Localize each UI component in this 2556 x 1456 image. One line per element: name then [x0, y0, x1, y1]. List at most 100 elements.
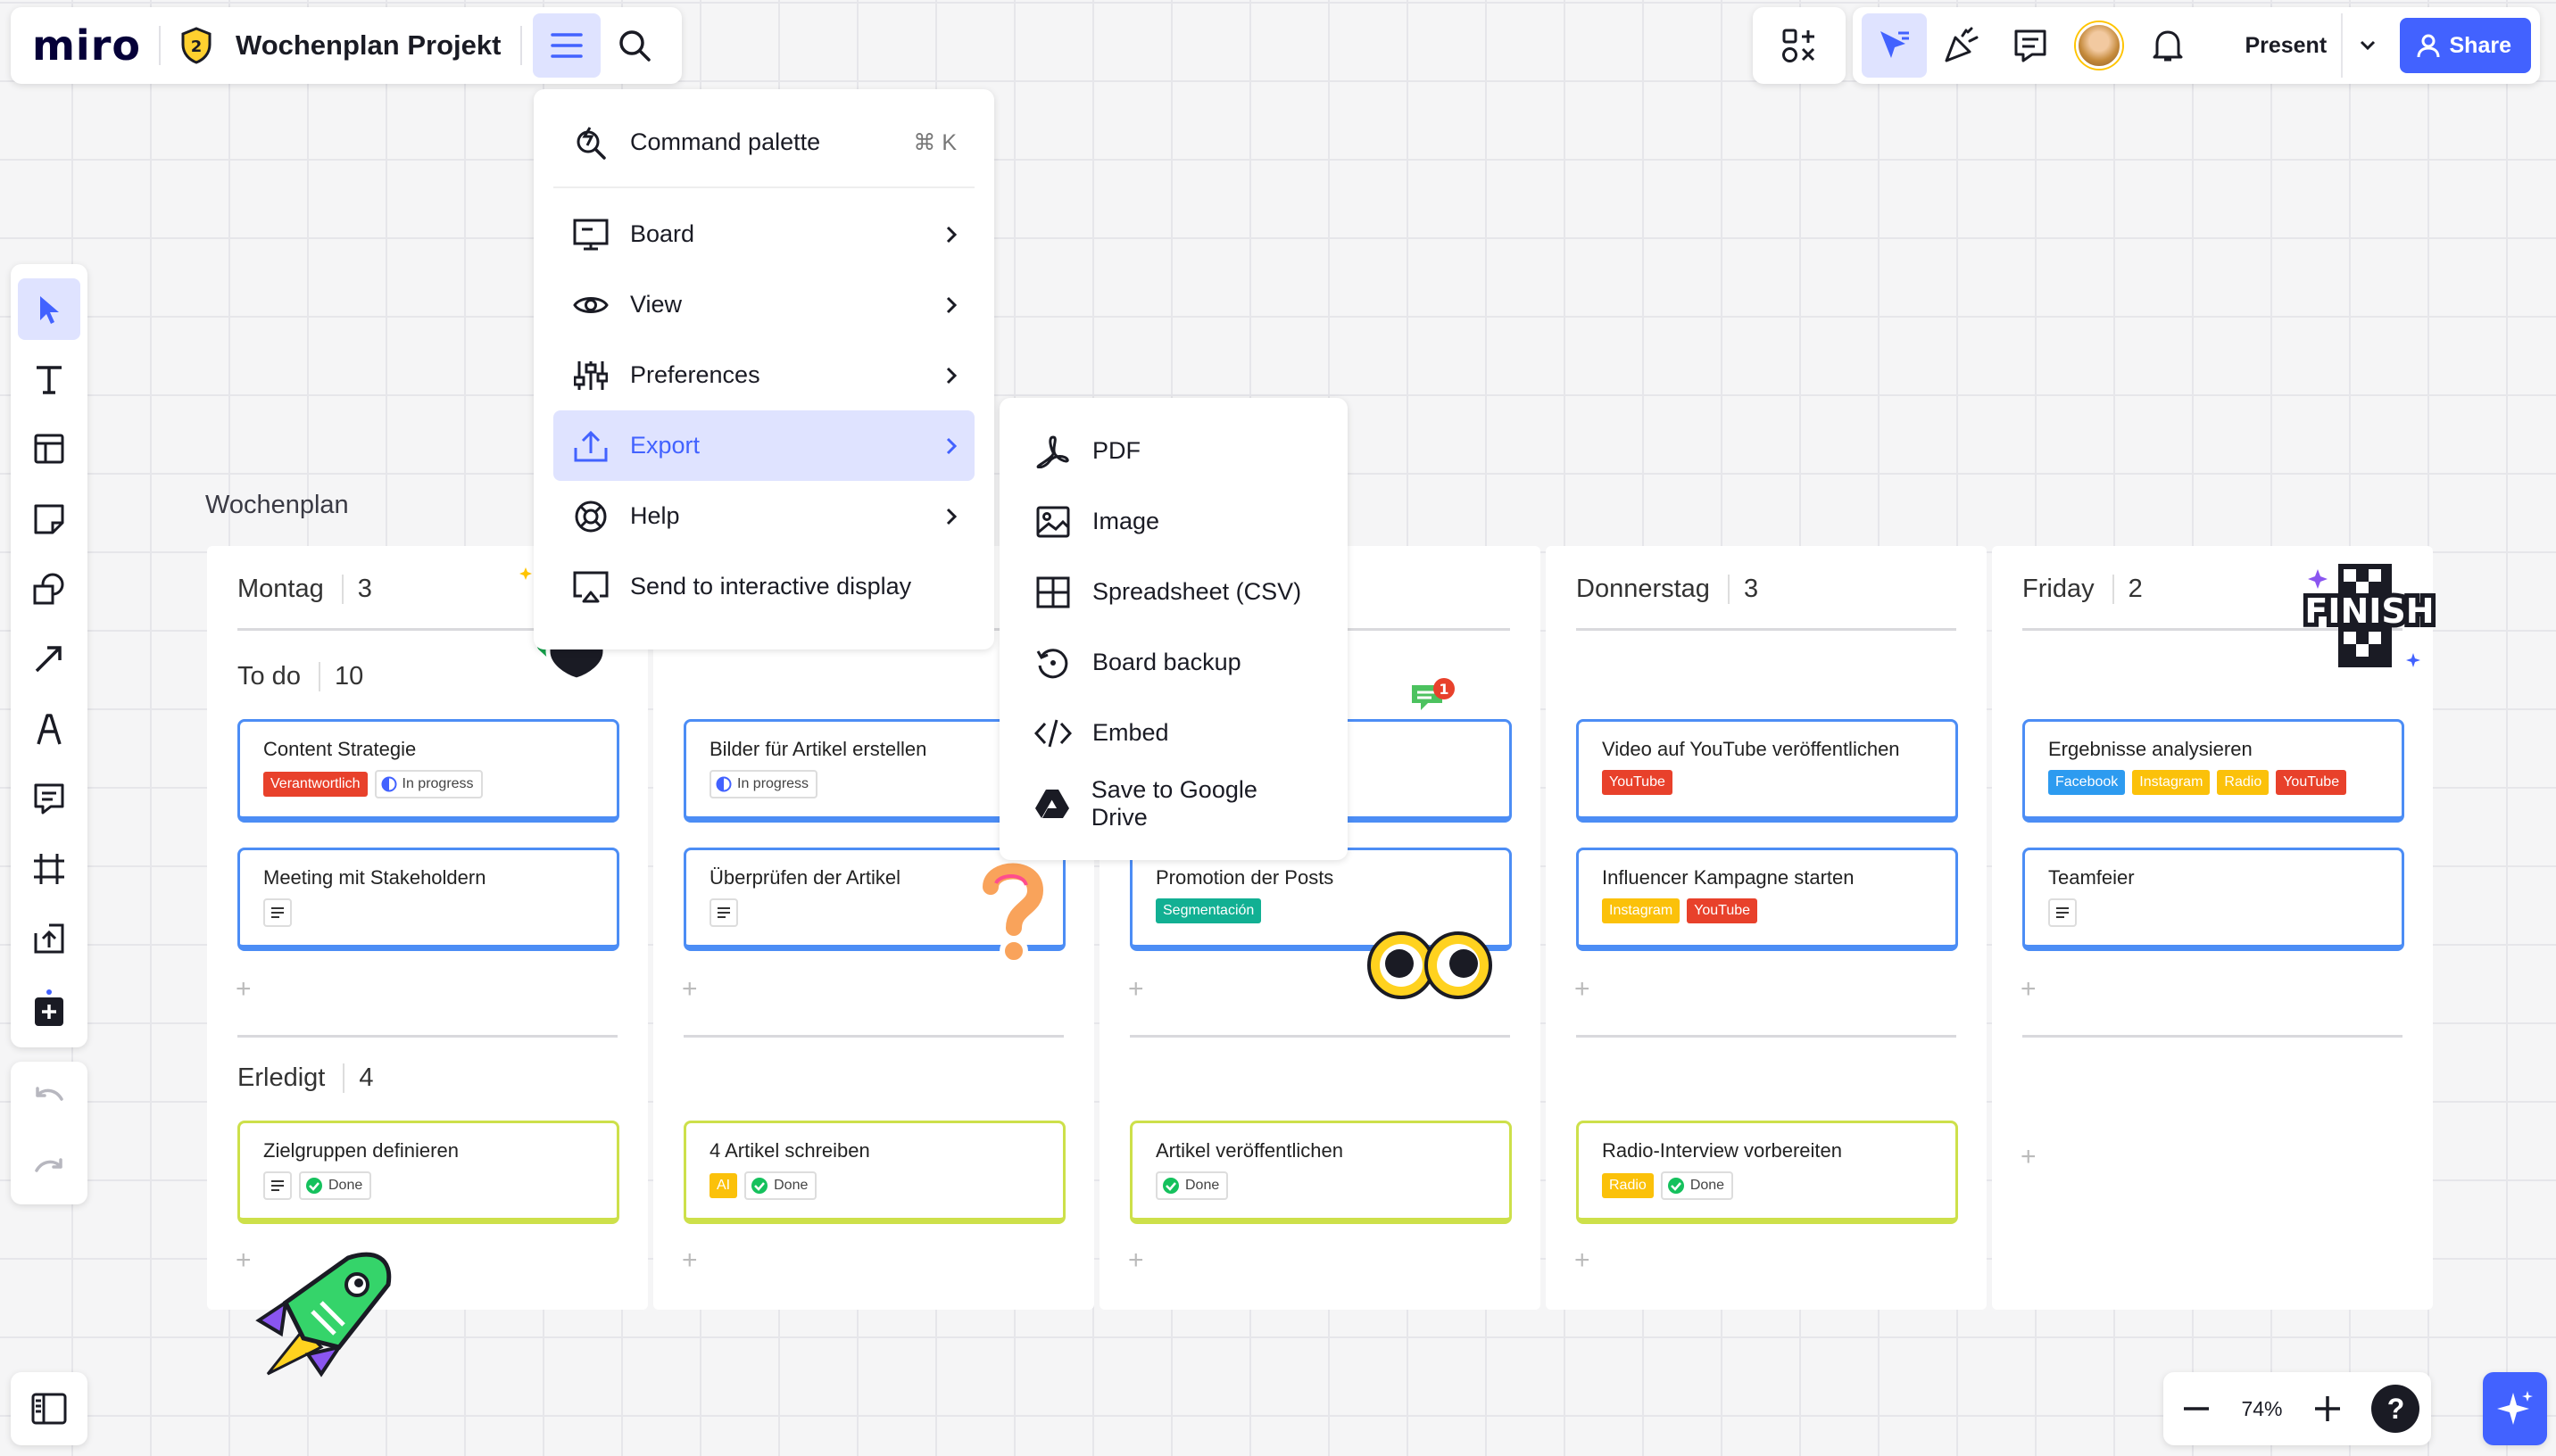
status-pill: Done: [299, 1171, 372, 1200]
shapes-tool[interactable]: [18, 558, 80, 619]
collaborator-cursors-button[interactable]: [1862, 13, 1928, 78]
group-header-todo: To do 10: [237, 662, 364, 691]
comment-notification-icon[interactable]: 1: [1410, 676, 1455, 719]
kanban-card[interactable]: Ergebnisse analysieren Facebook Instagram…: [2022, 719, 2404, 823]
select-tool[interactable]: [18, 278, 80, 341]
export-embed[interactable]: Embed: [1016, 698, 1332, 768]
chevron-down-icon: [2360, 40, 2375, 51]
in-progress-icon: [381, 776, 396, 792]
user-avatar[interactable]: [2064, 13, 2133, 78]
reactions-button[interactable]: [1927, 13, 1996, 78]
templates-tool[interactable]: [18, 418, 80, 480]
status-pill: Done: [744, 1171, 817, 1200]
add-card-button[interactable]: +: [1574, 1245, 1590, 1276]
add-card-button[interactable]: +: [682, 1245, 698, 1276]
kanban-card[interactable]: Content Strategie Verantwortlich In progr…: [237, 719, 619, 823]
kanban-card[interactable]: 4 Artikel schreiben AI Done: [684, 1121, 1066, 1224]
finish-text: FINISH: [2304, 592, 2434, 631]
add-card-button[interactable]: +: [2021, 974, 2037, 1005]
undo-icon: [36, 1087, 63, 1101]
frames-panel-button[interactable]: [11, 1372, 87, 1445]
tag: Instagram: [2132, 770, 2211, 795]
export-google-drive[interactable]: Save to Google Drive: [1016, 768, 1332, 839]
menu-item-preferences[interactable]: Preferences: [553, 340, 975, 410]
status-pill: In progress: [710, 770, 818, 798]
chevron-right-icon: [946, 296, 957, 314]
kanban-card[interactable]: Artikel veröffentlichen Done: [1130, 1121, 1512, 1224]
chevron-right-icon: [946, 437, 957, 455]
kanban-column-donnerstag[interactable]: Donnerstag 3 Video auf YouTube veröffentl…: [1546, 546, 1987, 1310]
tag: YouTube: [2276, 770, 2347, 795]
redo-icon: [35, 1158, 62, 1172]
export-pdf[interactable]: PDF: [1016, 416, 1332, 486]
add-card-button[interactable]: +: [2021, 1142, 2037, 1172]
command-palette-icon: [571, 126, 610, 160]
search-button[interactable]: [601, 13, 668, 78]
chevron-right-icon: [946, 367, 957, 385]
export-board-backup[interactable]: Board backup: [1016, 627, 1332, 698]
zoom-out-button[interactable]: [2174, 1386, 2219, 1431]
chevron-right-icon: [946, 226, 957, 244]
present-button[interactable]: Present: [2230, 13, 2341, 78]
redo-button[interactable]: [22, 1142, 76, 1195]
add-card-button[interactable]: +: [236, 1245, 252, 1276]
menu-item-command-palette[interactable]: Command palette ⌘ K: [553, 107, 975, 178]
connection-line-tool[interactable]: [18, 628, 80, 690]
kanban-card[interactable]: Influencer Kampagne starten Instagram You…: [1576, 848, 1958, 951]
divider: [159, 26, 161, 65]
miro-logo[interactable]: miro: [32, 21, 141, 70]
add-card-button[interactable]: +: [236, 974, 252, 1005]
notifications-button[interactable]: [2133, 13, 2202, 78]
party-popper-icon: [1945, 27, 1979, 62]
user-icon: [2417, 34, 2439, 58]
finish-flag-sticker[interactable]: FINISH: [2303, 560, 2436, 676]
comment-tool[interactable]: [18, 768, 80, 830]
frame-label[interactable]: Wochenplan: [205, 491, 349, 520]
plan-badge-icon[interactable]: 2: [178, 26, 214, 65]
menu-item-view[interactable]: View: [553, 269, 975, 340]
zoom-level[interactable]: 74%: [2241, 1397, 2282, 1421]
share-label: Share: [2449, 32, 2511, 58]
frame-tool[interactable]: [18, 838, 80, 899]
add-card-button[interactable]: +: [1128, 1245, 1144, 1276]
pen-tool[interactable]: [18, 698, 80, 759]
sliders-icon: [571, 360, 610, 392]
board-title[interactable]: Wochenplan Projekt: [236, 29, 501, 62]
export-spreadsheet[interactable]: Spreadsheet (CSV): [1016, 557, 1332, 627]
text-tool[interactable]: [18, 348, 80, 410]
undo-button[interactable]: [22, 1071, 76, 1124]
menu-item-board[interactable]: Board: [553, 199, 975, 269]
share-button[interactable]: Share: [2399, 18, 2531, 73]
present-options-button[interactable]: [2341, 13, 2392, 78]
help-button[interactable]: ?: [2371, 1385, 2420, 1433]
kanban-card[interactable]: Teamfeier: [2022, 848, 2404, 951]
add-card-button[interactable]: +: [682, 974, 698, 1005]
eyes-sticker[interactable]: [1365, 928, 1494, 999]
export-submenu: PDF Image Spreadsheet (CSV) Board backup…: [1000, 398, 1348, 860]
kanban-card[interactable]: Radio-Interview vorbereiten Radio Done: [1576, 1121, 1958, 1224]
kanban-card[interactable]: Meeting mit Stakeholdern: [237, 848, 619, 951]
menu-item-send-to-display[interactable]: Send to interactive display: [553, 551, 975, 622]
add-card-button[interactable]: +: [1128, 974, 1144, 1005]
upload-tool[interactable]: [18, 907, 80, 969]
history-controls: [11, 1062, 87, 1204]
kanban-card[interactable]: Zielgruppen definieren Done: [237, 1121, 619, 1224]
zoom-in-button[interactable]: [2305, 1386, 2350, 1431]
board-icon: [571, 219, 610, 251]
ai-assistant-button[interactable]: [2483, 1372, 2547, 1445]
question-mark-sticker[interactable]: [980, 858, 1044, 965]
add-card-button[interactable]: +: [1574, 974, 1590, 1005]
menu-item-help[interactable]: Help: [553, 481, 975, 551]
main-menu-button[interactable]: [533, 13, 602, 78]
menu-item-export[interactable]: Export: [553, 410, 975, 481]
collaboration-toolbar: Present Share: [1853, 7, 2540, 84]
comments-button[interactable]: [1996, 13, 2064, 78]
rocket-sticker[interactable]: [250, 1249, 402, 1392]
export-icon: [571, 430, 610, 462]
sticky-note-tool[interactable]: [18, 488, 80, 550]
more-apps-tool[interactable]: [18, 978, 80, 1039]
apps-button[interactable]: [1753, 7, 1846, 84]
hamburger-icon: [551, 33, 584, 58]
kanban-card[interactable]: Video auf YouTube veröffentlichen YouTub…: [1576, 719, 1958, 823]
export-image[interactable]: Image: [1016, 486, 1332, 557]
